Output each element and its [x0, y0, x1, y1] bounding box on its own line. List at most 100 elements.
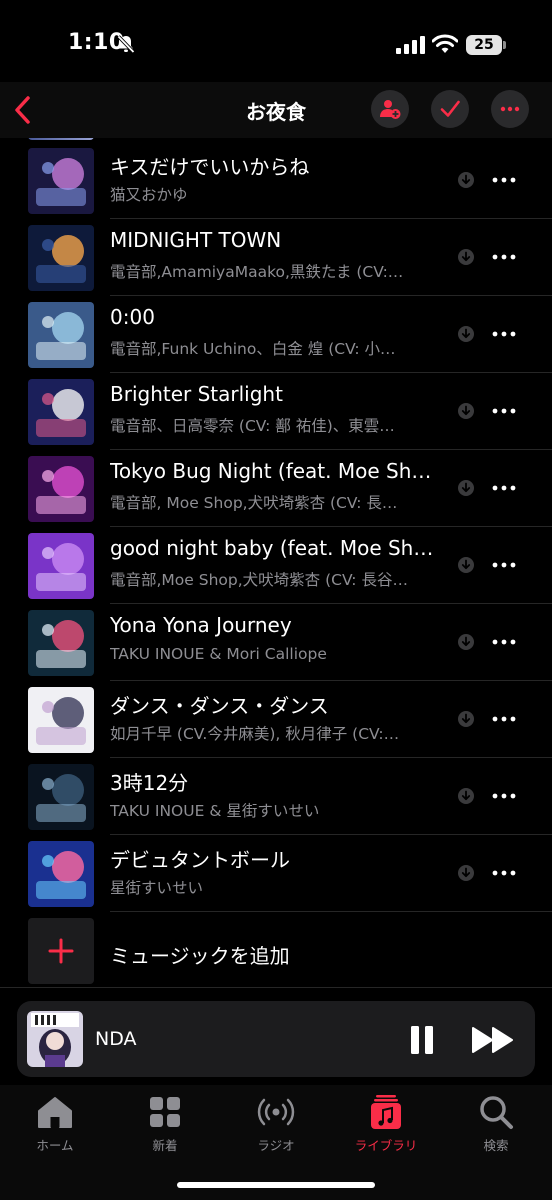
plus-icon [48, 938, 74, 964]
home-icon [38, 1097, 72, 1128]
song-more-icon[interactable] [492, 865, 516, 881]
song-row[interactable]: Yona Yona Journey TAKU INOUE & Mori Call… [0, 604, 552, 681]
cellular-signal-icon [396, 36, 425, 54]
song-more-icon[interactable] [492, 326, 516, 342]
song-more-icon[interactable] [492, 480, 516, 496]
tab-radio[interactable]: ラジオ [221, 1093, 331, 1154]
tab-search-label: 検索 [483, 1138, 509, 1153]
tab-home[interactable]: ホーム [0, 1093, 110, 1154]
download-icon[interactable] [458, 788, 474, 804]
album-artwork [28, 610, 94, 676]
song-artist: 電音部、日高零奈 (CV: 鄯 祐佳)、東雲… [110, 417, 395, 435]
album-artwork [28, 456, 94, 522]
song-row[interactable]: デビュタントボール 星街すいせい [0, 835, 552, 912]
song-artist: 星街すいせい [110, 879, 204, 897]
song-row[interactable]: Brighter Starlight 電音部、日高零奈 (CV: 鄯 祐佳)、東… [0, 373, 552, 450]
person-add-icon [380, 100, 401, 119]
song-more-icon[interactable] [492, 711, 516, 727]
album-artwork [28, 148, 94, 214]
album-artwork [28, 302, 94, 368]
wifi-icon [432, 34, 458, 53]
song-artist: 電音部,Moe Shop,犬吠埼紫杏 (CV: 長谷… [110, 571, 408, 589]
radio-icon [257, 1098, 295, 1126]
album-artwork [28, 225, 94, 291]
nav-header: お夜食 [0, 82, 552, 138]
playlist-title: お夜食 [246, 100, 306, 124]
search-icon [480, 1096, 513, 1129]
divider [0, 987, 552, 988]
tab-new[interactable]: 新着 [110, 1093, 220, 1154]
skip-forward-icon[interactable] [471, 1026, 515, 1054]
add-music-button[interactable] [28, 918, 94, 984]
song-title: MIDNIGHT TOWN [110, 228, 282, 252]
song-artist: 電音部,AmamiyaMaako,黒鉄たま (CV:… [110, 263, 404, 281]
song-row[interactable]: Tokyo Bug Night (feat. Moe Sh… 電音部, Moe … [0, 450, 552, 527]
ellipsis-icon [500, 106, 520, 112]
song-more-icon[interactable] [492, 634, 516, 650]
song-artist: TAKU INOUE & Mori Calliope [110, 645, 327, 663]
song-list[interactable]: キスだけでいいからね 猫又おかゆ MIDNIGHT TOWN 電音部,Amami… [0, 138, 552, 998]
tab-search[interactable]: 検索 [441, 1093, 551, 1154]
mini-player[interactable]: NDA [17, 1001, 535, 1077]
song-artist: 電音部, Moe Shop,犬吠埼紫杏 (CV: 長… [110, 494, 398, 512]
song-more-icon[interactable] [492, 172, 516, 188]
album-artwork [28, 687, 94, 753]
add-collaborator-button[interactable] [371, 90, 409, 128]
song-more-icon[interactable] [492, 557, 516, 573]
download-icon[interactable] [458, 172, 474, 188]
partial-album-art [28, 138, 94, 140]
library-icon [371, 1095, 401, 1129]
song-row[interactable]: ダンス・ダンス・ダンス 如月千早 (CV.今井麻美), 秋月律子 (CV:… [0, 681, 552, 758]
download-icon[interactable] [458, 326, 474, 342]
download-icon[interactable] [458, 249, 474, 265]
tab-library[interactable]: ライブラリ [331, 1093, 441, 1154]
song-title: Yona Yona Journey [110, 613, 292, 637]
more-options-button[interactable] [491, 90, 529, 128]
silent-bell-icon [117, 35, 135, 54]
now-playing-title: NDA [95, 1028, 137, 1050]
song-title: Tokyo Bug Night (feat. Moe Sh… [110, 459, 432, 483]
add-music-row[interactable]: ミュージックを追加 [0, 912, 552, 988]
now-playing-artwork [27, 1011, 83, 1067]
album-artwork [28, 533, 94, 599]
song-row[interactable]: 0:00 電音部,Funk Uchino、白金 煌 (CV: 小… [0, 296, 552, 373]
home-indicator [177, 1182, 375, 1188]
song-title: Brighter Starlight [110, 382, 283, 406]
song-more-icon[interactable] [492, 403, 516, 419]
tab-new-label: 新着 [152, 1138, 178, 1153]
album-artwork [28, 764, 94, 830]
song-row[interactable]: MIDNIGHT TOWN 電音部,AmamiyaMaako,黒鉄たま (CV:… [0, 219, 552, 296]
tab-library-label: ライブラリ [354, 1138, 418, 1153]
song-title: デビュタントボール [110, 848, 290, 872]
download-icon[interactable] [458, 480, 474, 496]
download-icon[interactable] [458, 865, 474, 881]
add-music-label: ミュージックを追加 [110, 944, 290, 968]
song-row[interactable]: キスだけでいいからね 猫又おかゆ [0, 142, 552, 219]
pause-icon[interactable] [409, 1025, 435, 1055]
song-row[interactable]: good night baby (feat. Moe Sh… 電音部,Moe S… [0, 527, 552, 604]
song-row[interactable]: 3時12分 TAKU INOUE & 星街すいせい [0, 758, 552, 835]
tab-radio-label: ラジオ [257, 1138, 295, 1153]
download-icon[interactable] [458, 634, 474, 650]
download-icon[interactable] [458, 403, 474, 419]
grid-icon [150, 1097, 180, 1127]
download-icon[interactable] [458, 557, 474, 573]
song-artist: 如月千早 (CV.今井麻美), 秋月律子 (CV:… [110, 725, 400, 743]
song-title: 0:00 [110, 305, 155, 329]
song-artist: 電音部,Funk Uchino、白金 煌 (CV: 小… [110, 340, 396, 358]
song-artist: TAKU INOUE & 星街すいせい [110, 802, 320, 820]
song-more-icon[interactable] [492, 788, 516, 804]
select-button[interactable] [431, 90, 469, 128]
song-title: 3時12分 [110, 771, 189, 795]
song-title: good night baby (feat. Moe Sh… [110, 536, 434, 560]
tab-home-label: ホーム [36, 1138, 74, 1153]
album-artwork [28, 841, 94, 907]
battery-indicator: 25 [466, 35, 506, 55]
song-artist: 猫又おかゆ [110, 186, 188, 204]
song-title: ダンス・ダンス・ダンス [110, 694, 329, 718]
song-title: キスだけでいいからね [110, 155, 310, 179]
song-more-icon[interactable] [492, 249, 516, 265]
album-artwork [28, 379, 94, 445]
checkmark-icon [440, 100, 460, 117]
download-icon[interactable] [458, 711, 474, 727]
